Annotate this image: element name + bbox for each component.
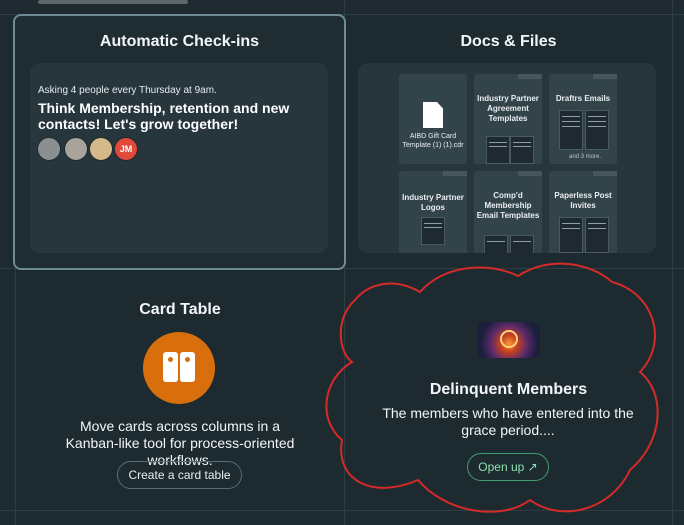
annotation-scribble xyxy=(325,262,659,513)
